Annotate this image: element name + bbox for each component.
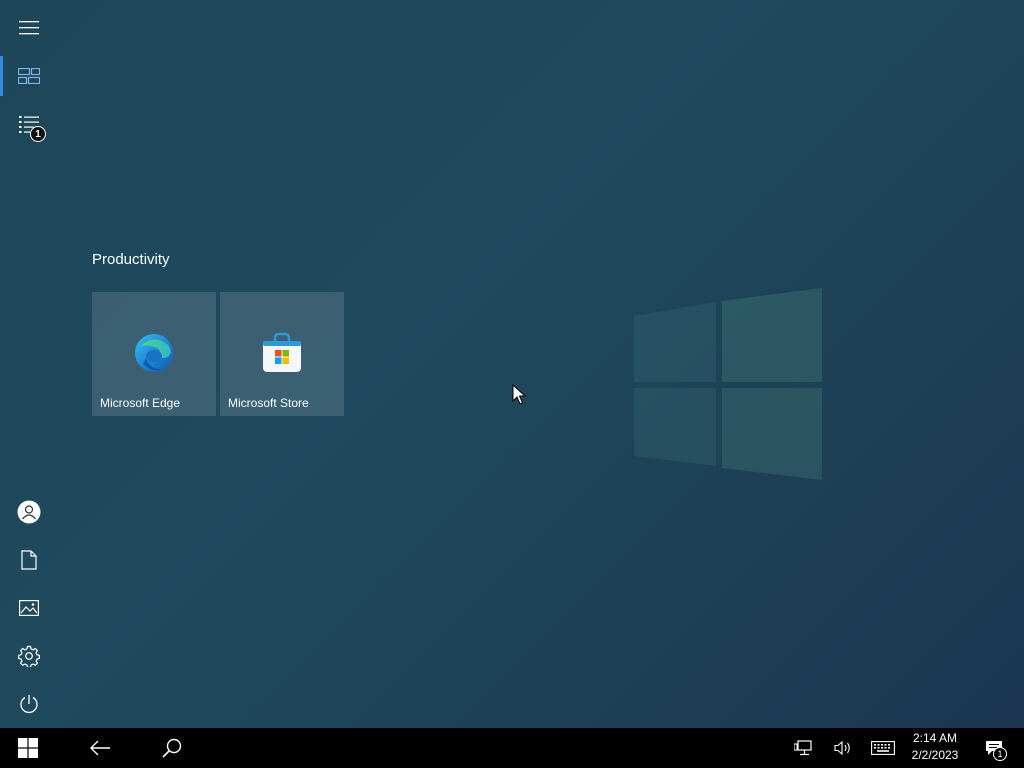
all-apps-button[interactable]: 1: [0, 100, 58, 148]
mouse-cursor-icon: [512, 384, 526, 405]
search-icon: [162, 738, 182, 758]
store-icon: [263, 332, 301, 372]
tile-label: Microsoft Edge: [100, 396, 181, 410]
volume-icon: [834, 740, 850, 756]
touch-keyboard-icon: [871, 741, 895, 755]
start-menu: 1 Productivity Microsoft Edge Microsoft …: [0, 0, 1024, 728]
document-icon: [21, 550, 37, 570]
clock-date: 2/2/2023: [911, 748, 959, 762]
start-button[interactable]: [0, 728, 56, 768]
tiles-icon: [18, 68, 40, 84]
tile-label: Microsoft Store: [228, 396, 309, 410]
network-tray-button[interactable]: [788, 728, 818, 768]
all-apps-badge: 1: [30, 126, 46, 142]
edge-icon: [135, 334, 173, 372]
back-arrow-icon: [90, 740, 110, 756]
network-icon: [794, 740, 812, 756]
windows-logo-icon: [18, 738, 38, 758]
account-button[interactable]: [0, 488, 58, 536]
notification-count-badge: 1: [993, 747, 1007, 761]
pictures-icon: [19, 600, 39, 616]
power-button[interactable]: [0, 680, 58, 728]
pinned-tiles-button[interactable]: [0, 52, 58, 100]
tile-microsoft-edge[interactable]: Microsoft Edge: [92, 292, 216, 416]
volume-tray-button[interactable]: [828, 728, 858, 768]
hamburger-icon: [19, 21, 39, 35]
tile-microsoft-store[interactable]: Microsoft Store: [220, 292, 344, 416]
search-button[interactable]: [144, 728, 200, 768]
expand-button[interactable]: [0, 4, 58, 52]
settings-button[interactable]: [0, 632, 58, 680]
pictures-button[interactable]: [0, 584, 58, 632]
back-button[interactable]: [72, 728, 128, 768]
start-rail: 1: [0, 0, 58, 728]
taskbar: 2:14 AM 2/2/2023: [0, 728, 1024, 768]
windows-logo-wallpaper: [634, 288, 822, 480]
group-title: Productivity: [92, 251, 170, 268]
settings-icon: [18, 645, 40, 667]
clock[interactable]: 2:14 AM 2/2/2023: [906, 730, 964, 764]
clock-time: 2:14 AM: [912, 731, 958, 745]
documents-button[interactable]: [0, 536, 58, 584]
power-icon: [20, 695, 38, 714]
user-icon: [17, 500, 41, 524]
touch-keyboard-button[interactable]: [866, 728, 900, 768]
